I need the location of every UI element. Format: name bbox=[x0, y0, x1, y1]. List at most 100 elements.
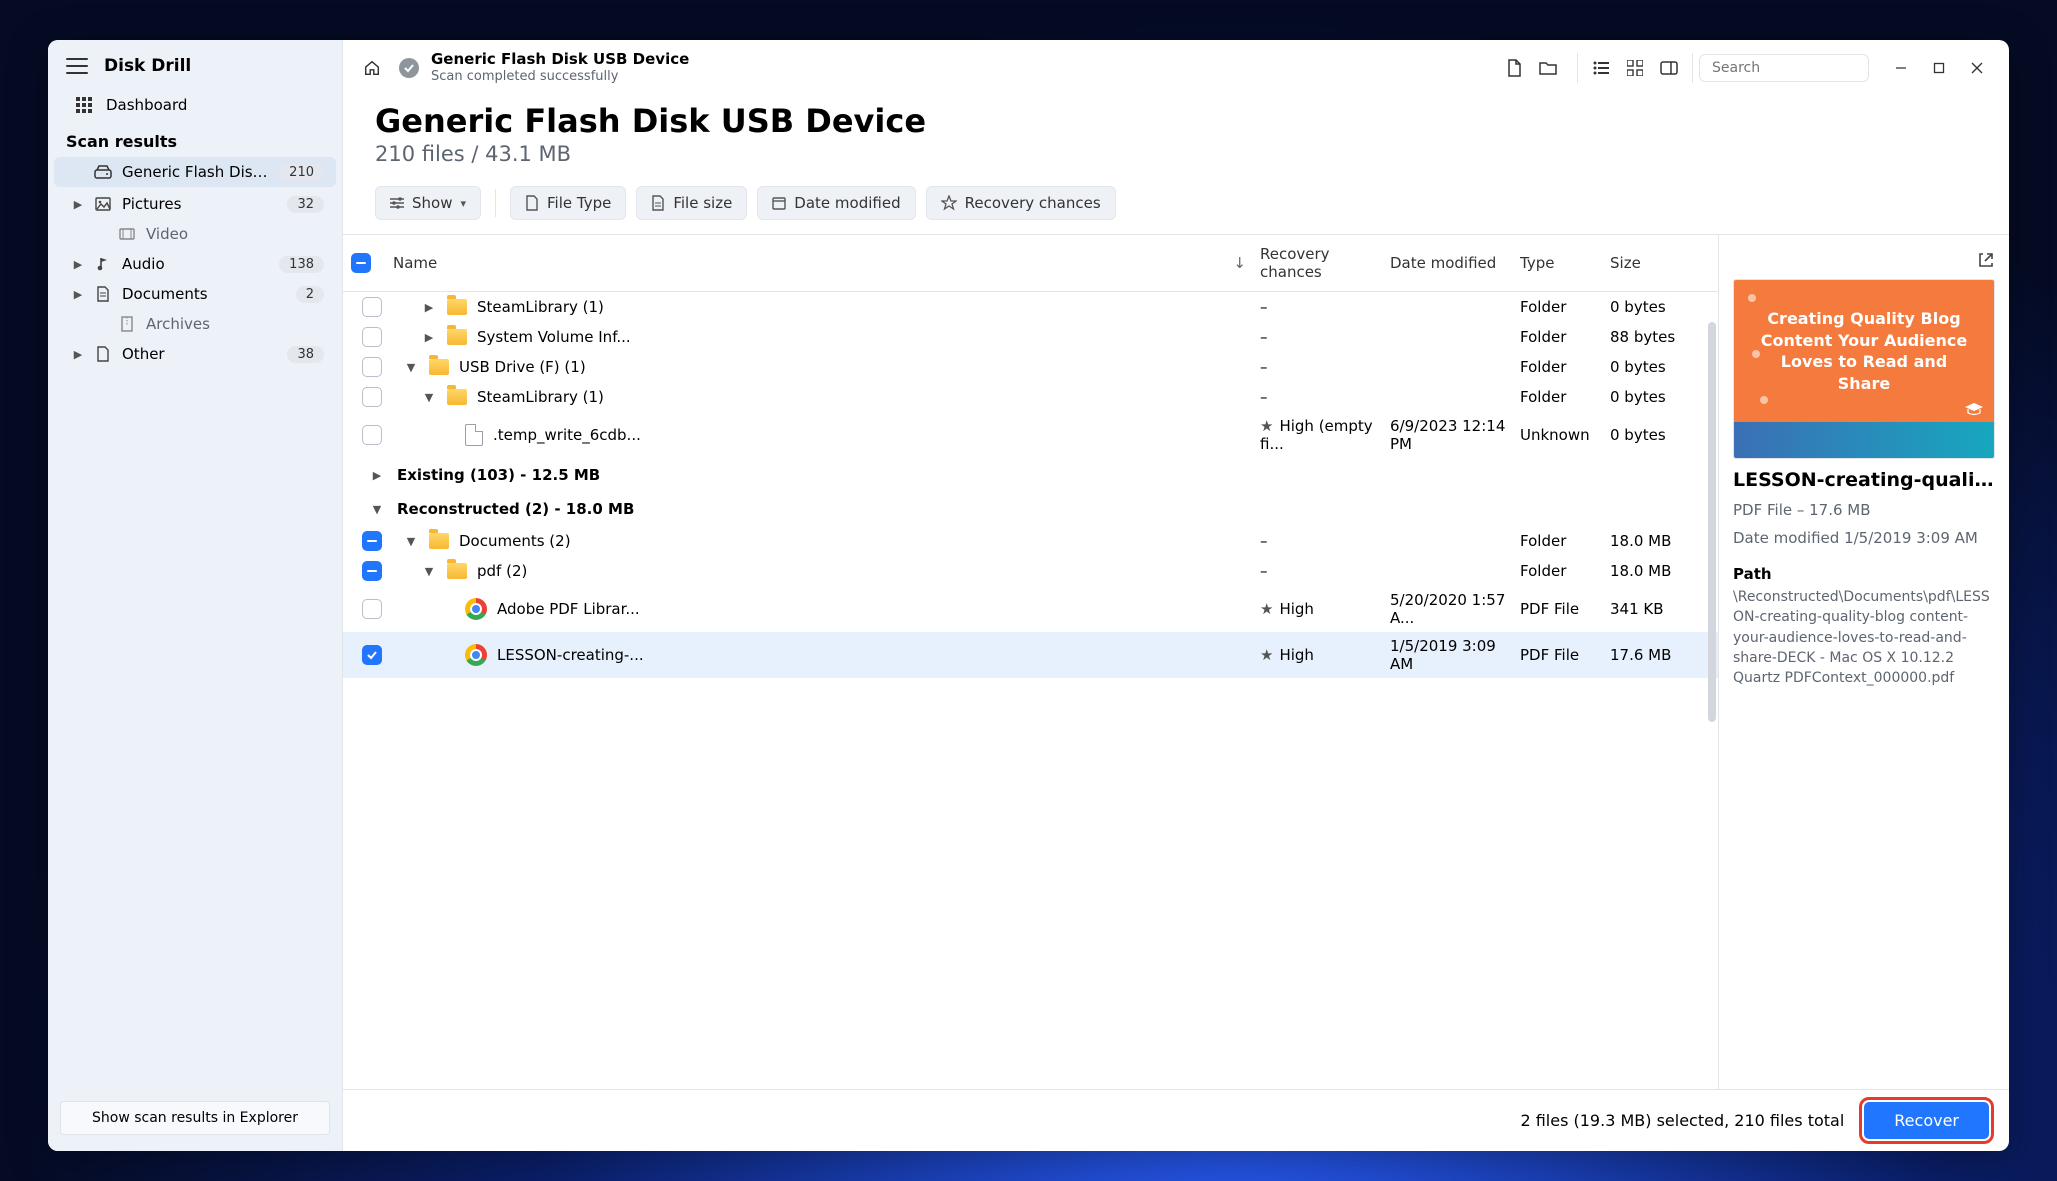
folder-icon[interactable] bbox=[1533, 53, 1563, 83]
row-name: SteamLibrary (1) bbox=[477, 298, 604, 316]
folder-icon bbox=[447, 329, 467, 345]
open-external-icon[interactable] bbox=[1977, 251, 1995, 269]
folder-icon bbox=[447, 563, 467, 579]
row-recovery: – bbox=[1260, 562, 1390, 580]
sidebar-item-audio[interactable]: ▶Audio138 bbox=[54, 249, 336, 279]
row-name: Adobe PDF Librar... bbox=[497, 600, 640, 618]
table-row[interactable]: ▼USB Drive (F) (1)–Folder0 bytes bbox=[343, 352, 1718, 382]
divider bbox=[495, 189, 496, 217]
filter-recovery-chances[interactable]: Recovery chances bbox=[926, 186, 1116, 220]
sidebar-item-video[interactable]: Video bbox=[54, 219, 336, 249]
search-input[interactable] bbox=[1710, 59, 1888, 77]
close-button[interactable] bbox=[1959, 52, 1995, 84]
selection-status: 2 files (19.3 MB) selected, 210 files to… bbox=[1520, 1111, 1844, 1130]
image-icon bbox=[94, 197, 112, 211]
chevron-right-icon[interactable]: ▶ bbox=[421, 331, 437, 344]
device-count: 210 bbox=[279, 164, 324, 181]
chevron-right-icon[interactable]: ▶ bbox=[421, 301, 437, 314]
checkbox[interactable] bbox=[362, 357, 382, 377]
panel-view-icon[interactable] bbox=[1654, 53, 1684, 83]
row-name: pdf (2) bbox=[477, 562, 527, 580]
checkbox[interactable] bbox=[362, 561, 382, 581]
checkbox[interactable] bbox=[362, 645, 382, 665]
filter-file-type[interactable]: File Type bbox=[510, 186, 626, 220]
col-size[interactable]: Size bbox=[1610, 254, 1700, 272]
folder-icon bbox=[447, 389, 467, 405]
header-checkbox[interactable] bbox=[351, 253, 393, 273]
sidebar-dashboard[interactable]: Dashboard bbox=[48, 88, 342, 122]
app-title: Disk Drill bbox=[104, 56, 191, 76]
minimize-button[interactable] bbox=[1883, 52, 1919, 84]
row-size: 88 bytes bbox=[1610, 328, 1700, 346]
row-size: 17.6 MB bbox=[1610, 646, 1700, 664]
file-icon[interactable] bbox=[1499, 53, 1529, 83]
row-size: 18.0 MB bbox=[1610, 562, 1700, 580]
group-existing[interactable]: ▶ Existing (103) - 12.5 MB bbox=[343, 458, 1718, 492]
table-row[interactable]: ▶SteamLibrary (1)–Folder0 bytes bbox=[343, 292, 1718, 322]
table-row[interactable]: ▼Documents (2)–Folder18.0 MB bbox=[343, 526, 1718, 556]
sidebar-item-other[interactable]: ▶Other38 bbox=[54, 339, 336, 369]
row-date: 1/5/2019 3:09 AM bbox=[1390, 637, 1520, 673]
home-icon[interactable] bbox=[357, 53, 387, 83]
col-recovery[interactable]: Recovery chances bbox=[1260, 245, 1390, 281]
scrollbar[interactable] bbox=[1708, 322, 1716, 722]
row-size: 0 bytes bbox=[1610, 388, 1700, 406]
chevron-right-icon: ▶ bbox=[72, 198, 84, 211]
chevron-down-icon[interactable]: ▼ bbox=[403, 535, 419, 548]
chevron-right-icon: ▶ bbox=[369, 469, 385, 482]
drive-icon bbox=[94, 165, 112, 179]
table-row[interactable]: LESSON-creating-...★High1/5/2019 3:09 AM… bbox=[343, 632, 1718, 678]
table-row[interactable]: Adobe PDF Librar...★High5/20/2020 1:57 A… bbox=[343, 586, 1718, 632]
checkbox[interactable] bbox=[362, 425, 382, 445]
show-in-explorer-button[interactable]: Show scan results in Explorer bbox=[60, 1101, 330, 1135]
recover-button[interactable]: Recover bbox=[1864, 1102, 1989, 1139]
toolbar-group-view bbox=[1577, 53, 1693, 83]
group-reconstructed[interactable]: ▼ Reconstructed (2) - 18.0 MB bbox=[343, 492, 1718, 526]
sidebar-item-archives[interactable]: Archives bbox=[54, 309, 336, 339]
row-size: 18.0 MB bbox=[1610, 532, 1700, 550]
checkbox[interactable] bbox=[362, 531, 382, 551]
filter-file-size[interactable]: File size bbox=[636, 186, 747, 220]
app-window: Disk Drill Dashboard Scan results Generi… bbox=[48, 40, 2009, 1151]
chevron-down-icon[interactable]: ▼ bbox=[421, 391, 437, 404]
checkbox[interactable] bbox=[362, 599, 382, 619]
table-row[interactable]: ▶System Volume Inf...–Folder88 bytes bbox=[343, 322, 1718, 352]
filter-date-label: Date modified bbox=[794, 194, 900, 212]
thumb-text: Creating Quality Blog Content Your Audie… bbox=[1752, 308, 1976, 394]
filter-date-modified[interactable]: Date modified bbox=[757, 186, 915, 220]
chevron-down-icon[interactable]: ▼ bbox=[421, 565, 437, 578]
row-recovery: ★High (empty fi... bbox=[1260, 417, 1390, 453]
table-row[interactable]: .temp_write_6cdb...★High (empty fi...6/9… bbox=[343, 412, 1718, 458]
table-row[interactable]: ▼SteamLibrary (1)–Folder0 bytes bbox=[343, 382, 1718, 412]
sidebar-item-pictures[interactable]: ▶Pictures32 bbox=[54, 189, 336, 219]
chevron-down-icon[interactable]: ▼ bbox=[403, 361, 419, 374]
device-label: Generic Flash Disk USB... bbox=[122, 163, 269, 181]
menu-icon[interactable] bbox=[66, 58, 88, 74]
file-list: Name↓ Recovery chances Date modified Typ… bbox=[343, 235, 1719, 1089]
chevron-right-icon: ▶ bbox=[72, 288, 84, 301]
col-date[interactable]: Date modified bbox=[1390, 254, 1520, 272]
sidebar-device[interactable]: Generic Flash Disk USB... 210 bbox=[54, 157, 336, 187]
rows-container: ▶SteamLibrary (1)–Folder0 bytes▶System V… bbox=[343, 292, 1718, 1089]
calendar-icon bbox=[772, 196, 786, 210]
search-box[interactable] bbox=[1699, 54, 1869, 82]
list-view-icon[interactable] bbox=[1586, 53, 1616, 83]
sidebar-item-label: Other bbox=[122, 345, 277, 363]
row-name: Documents (2) bbox=[459, 532, 571, 550]
col-type[interactable]: Type bbox=[1520, 254, 1610, 272]
maximize-button[interactable] bbox=[1921, 52, 1957, 84]
row-type: Folder bbox=[1520, 388, 1610, 406]
row-size: 0 bytes bbox=[1610, 298, 1700, 316]
topbar-title: Generic Flash Disk USB Device bbox=[431, 50, 689, 69]
filter-show[interactable]: Show ▾ bbox=[375, 186, 481, 220]
checkbox[interactable] bbox=[362, 327, 382, 347]
table-row[interactable]: ▼pdf (2)–Folder18.0 MB bbox=[343, 556, 1718, 586]
sidebar-item-documents[interactable]: ▶Documents2 bbox=[54, 279, 336, 309]
checkbox[interactable] bbox=[362, 387, 382, 407]
sidebar-item-label: Audio bbox=[122, 255, 269, 273]
col-name[interactable]: Name↓ bbox=[393, 254, 1260, 272]
row-recovery: – bbox=[1260, 532, 1390, 550]
filter-show-label: Show bbox=[412, 194, 452, 212]
checkbox[interactable] bbox=[362, 297, 382, 317]
grid-view-icon[interactable] bbox=[1620, 53, 1650, 83]
